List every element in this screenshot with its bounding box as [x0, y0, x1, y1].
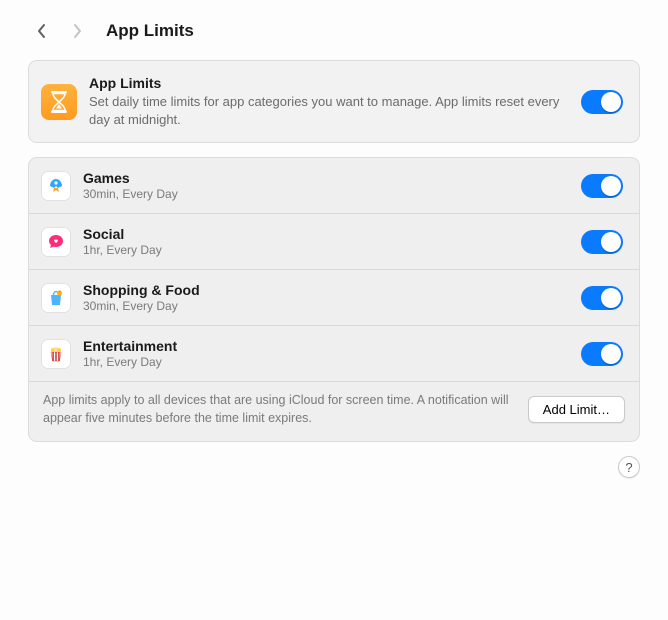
header-title: App Limits [89, 75, 569, 91]
hourglass-icon [41, 84, 77, 120]
limit-title: Shopping & Food [83, 282, 569, 298]
limit-row-entertainment[interactable]: Entertainment 1hr, Every Day [29, 325, 639, 381]
add-limit-button[interactable]: Add Limit… [528, 396, 625, 423]
limit-toggle-games[interactable] [581, 174, 623, 198]
header-card: App Limits Set daily time limits for app… [28, 60, 640, 143]
limit-title: Social [83, 226, 569, 242]
chevron-right-icon [72, 23, 83, 39]
limit-text: Entertainment 1hr, Every Day [83, 338, 569, 369]
header-description: Set daily time limits for app categories… [89, 93, 569, 128]
rocket-icon [41, 171, 71, 201]
back-button[interactable] [28, 18, 54, 44]
limit-row-social[interactable]: Social 1hr, Every Day [29, 213, 639, 269]
help-button[interactable]: ? [618, 456, 640, 478]
limit-row-shopping[interactable]: Shopping & Food 30min, Every Day [29, 269, 639, 325]
shopping-bag-icon [41, 283, 71, 313]
limit-title: Entertainment [83, 338, 569, 354]
chat-heart-icon [41, 227, 71, 257]
header-text: App Limits Set daily time limits for app… [89, 75, 569, 128]
nav-bar: App Limits [28, 18, 640, 44]
page-title: App Limits [106, 21, 194, 41]
limit-detail: 30min, Every Day [83, 187, 569, 201]
limit-toggle-entertainment[interactable] [581, 342, 623, 366]
limit-detail: 1hr, Every Day [83, 243, 569, 257]
limit-toggle-shopping[interactable] [581, 286, 623, 310]
limits-card: Games 30min, Every Day Social 1hr, Every… [28, 157, 640, 442]
chevron-left-icon [36, 23, 47, 39]
limit-row-games[interactable]: Games 30min, Every Day [29, 158, 639, 213]
limit-text: Social 1hr, Every Day [83, 226, 569, 257]
limit-detail: 30min, Every Day [83, 299, 569, 313]
limit-detail: 1hr, Every Day [83, 355, 569, 369]
popcorn-icon [41, 339, 71, 369]
limit-text: Shopping & Food 30min, Every Day [83, 282, 569, 313]
forward-button [64, 18, 90, 44]
master-toggle[interactable] [581, 90, 623, 114]
footer-note: App limits apply to all devices that are… [43, 392, 514, 427]
footer-row: App limits apply to all devices that are… [29, 381, 639, 441]
limit-text: Games 30min, Every Day [83, 170, 569, 201]
limit-toggle-social[interactable] [581, 230, 623, 254]
limit-title: Games [83, 170, 569, 186]
